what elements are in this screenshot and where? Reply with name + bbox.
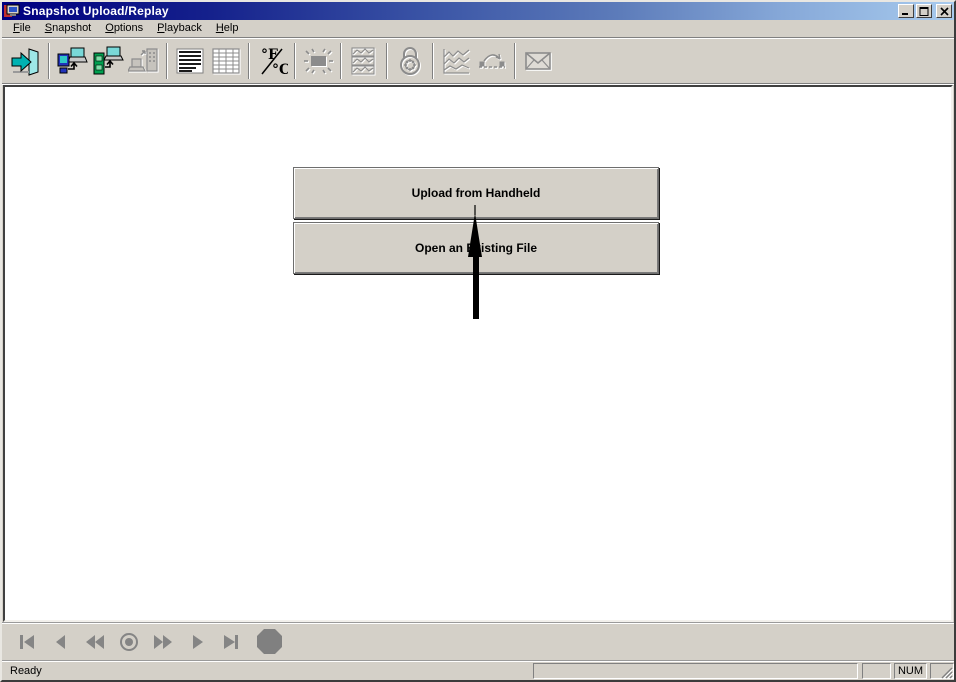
toolbar-separator	[248, 43, 250, 79]
report-table-icon	[174, 45, 206, 77]
skip-to-end-icon	[219, 630, 243, 654]
toolbar-separator	[48, 43, 50, 79]
fast-forward-button[interactable]	[149, 628, 177, 656]
flash-screen-button	[300, 42, 336, 80]
status-panel	[862, 663, 891, 679]
statusbar: Ready NUM	[2, 660, 954, 680]
toolbar-separator	[294, 43, 296, 79]
step-back-icon	[49, 630, 73, 654]
menu-options[interactable]: Options	[98, 20, 150, 37]
toolbar-separator	[432, 43, 434, 79]
stop-button[interactable]	[255, 628, 283, 656]
pointer-arrow	[459, 205, 493, 325]
data-grid-button	[208, 42, 244, 80]
play-icon	[185, 630, 209, 654]
toolbar-separator	[514, 43, 516, 79]
upload-from-logger-button[interactable]	[90, 42, 126, 80]
skip-to-start-icon	[15, 630, 39, 654]
goto-button	[474, 42, 510, 80]
upload-from-handheld-button[interactable]	[54, 42, 90, 80]
send-to-handheld-button	[126, 42, 162, 80]
flash-screen-icon	[302, 45, 334, 77]
maximize-icon	[919, 7, 929, 16]
skip-to-start-button[interactable]	[13, 628, 41, 656]
status-message: Ready	[10, 665, 42, 677]
minimize-button[interactable]	[898, 4, 914, 18]
lock-icon	[394, 45, 426, 77]
toolbar-separator	[340, 43, 342, 79]
lock-button	[392, 42, 428, 80]
multi-graph-icon	[348, 45, 380, 77]
fast-forward-icon	[151, 630, 175, 654]
close-button[interactable]	[936, 4, 952, 18]
mail-icon	[522, 45, 554, 77]
resize-grip[interactable]	[940, 666, 953, 679]
toolbar-separator	[166, 43, 168, 79]
num-lock-indicator: NUM	[894, 663, 927, 679]
menubar: File Snapshot Options Playback Help	[2, 20, 954, 37]
maximize-button[interactable]	[916, 4, 932, 18]
menu-playback[interactable]: Playback	[150, 20, 209, 37]
record-icon	[117, 630, 141, 654]
toolbar: °F °C	[2, 39, 954, 83]
graph-button	[438, 42, 474, 80]
data-grid-icon	[210, 45, 242, 77]
svg-text:°C: °C	[272, 62, 288, 77]
minimize-icon	[901, 7, 911, 16]
stop-icon	[256, 628, 283, 655]
fahrenheit-celsius-button[interactable]: °F °C	[254, 42, 290, 80]
send-to-handheld-icon	[128, 45, 160, 77]
exit-icon	[10, 45, 42, 77]
fahrenheit-celsius-icon: °F °C	[256, 45, 288, 77]
multi-graph-button	[346, 42, 382, 80]
toolbar-separator	[386, 43, 388, 79]
upload-from-logger-icon	[92, 45, 124, 77]
svg-text:°F: °F	[261, 47, 278, 63]
menu-file[interactable]: File	[6, 20, 38, 37]
menu-help[interactable]: Help	[209, 20, 246, 37]
graph-icon	[440, 45, 472, 77]
report-table-button[interactable]	[172, 42, 208, 80]
app-icon	[4, 4, 20, 18]
rewind-icon	[83, 630, 107, 654]
client-area: Upload from Handheld Open an Existing Fi…	[3, 85, 953, 622]
step-back-button[interactable]	[47, 628, 75, 656]
record-button[interactable]	[115, 628, 143, 656]
playback-bar	[2, 622, 954, 660]
menu-snapshot[interactable]: Snapshot	[38, 20, 99, 37]
mail-button	[520, 42, 556, 80]
app-window: Snapshot Upload/Replay File Snapshot Opt…	[0, 0, 956, 682]
exit-button[interactable]	[8, 42, 44, 80]
rewind-button[interactable]	[81, 628, 109, 656]
upload-from-handheld-label: Upload from Handheld	[412, 186, 541, 200]
goto-icon	[476, 45, 508, 77]
play-button[interactable]	[183, 628, 211, 656]
titlebar: Snapshot Upload/Replay	[2, 2, 954, 20]
close-icon	[940, 7, 949, 16]
status-panel	[533, 663, 858, 679]
skip-to-end-button[interactable]	[217, 628, 245, 656]
window-title: Snapshot Upload/Replay	[23, 4, 898, 18]
upload-from-handheld-icon	[56, 45, 88, 77]
